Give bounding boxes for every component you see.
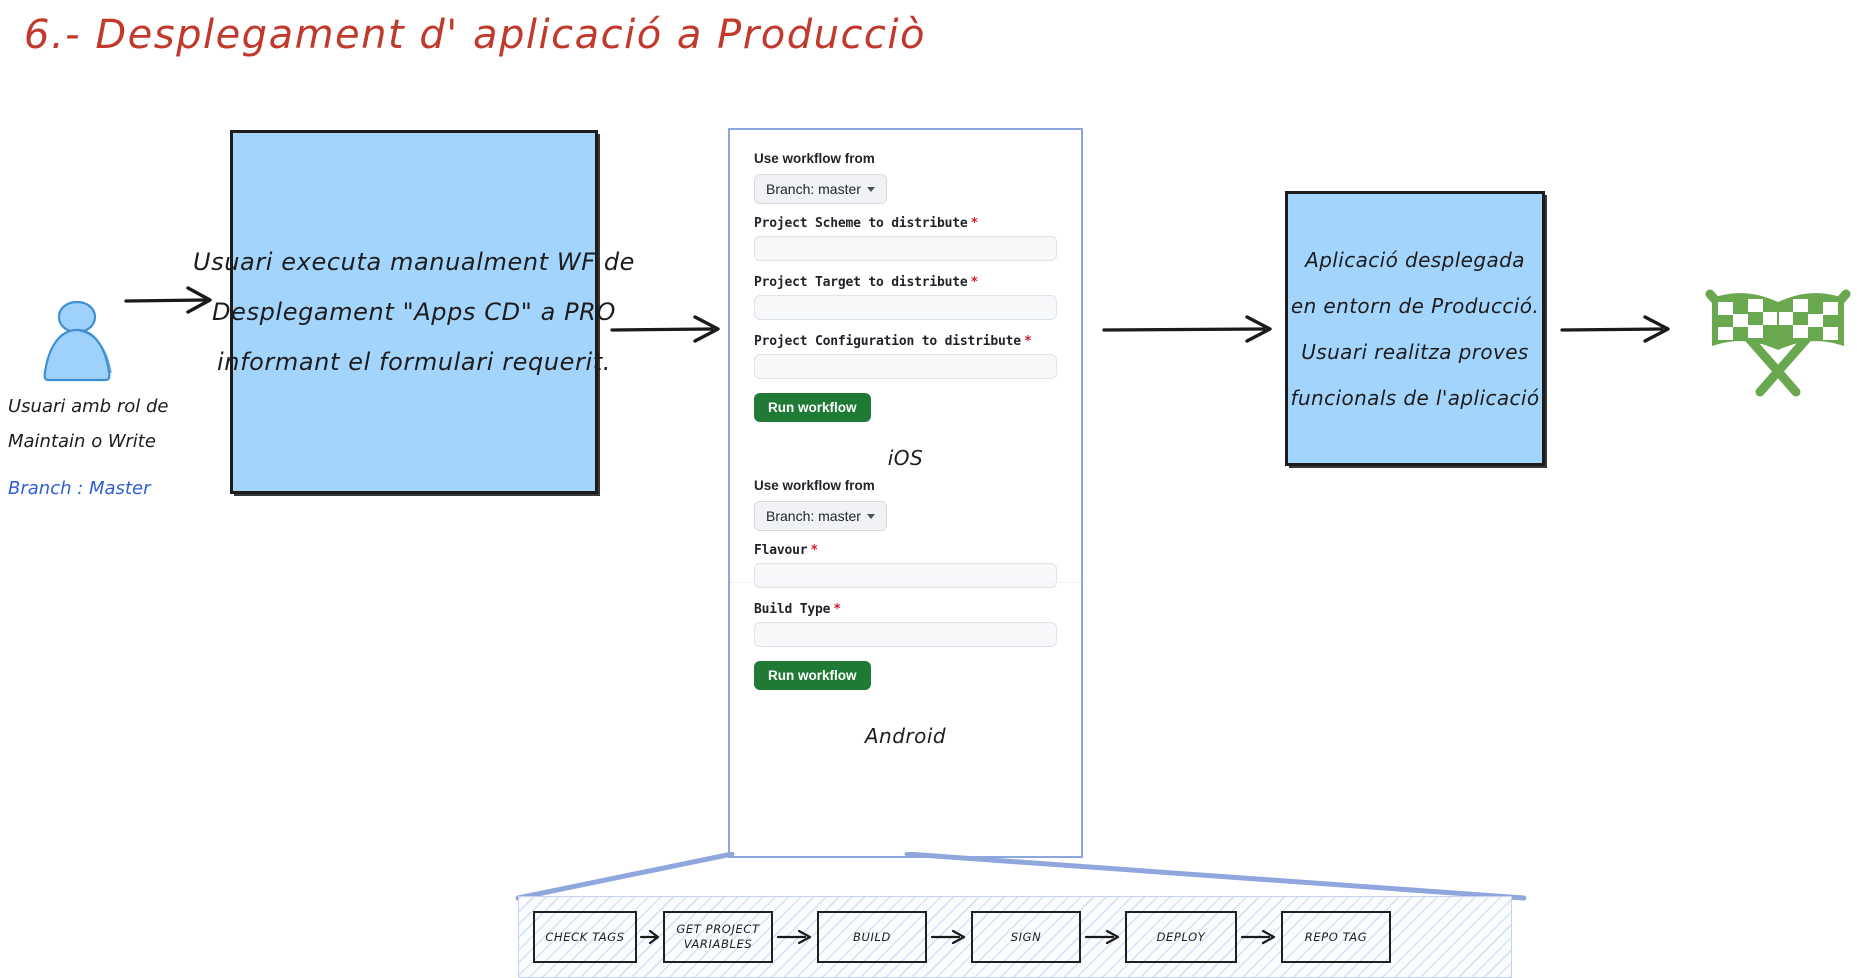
arrow-note-to-panel [610,315,720,343]
workflow-form-ios: Use workflow from Branch: master Project… [730,130,1081,470]
field-label-project-target: Project Target to distribute * [754,275,1057,290]
pipeline-stage-check-tags[interactable]: CHECK TAGS [533,911,637,963]
chevron-down-icon [866,186,875,192]
page-title: 6.- Desplegament d' aplicació a Producci… [24,12,927,58]
actor-branch-note: Branch : Master [8,478,151,499]
chevron-down-icon [866,513,875,519]
use-workflow-from-label-android: Use workflow from [754,478,875,493]
note-right-line-3: Usuari realitza proves [1301,339,1529,364]
note-box-user-action: Usuari executa manualment WF de Desplega… [193,130,634,494]
field-label-flavour: Flavour * [754,543,1057,558]
pipeline-stage-deploy[interactable]: DEPLOY [1125,911,1237,963]
actor-caption-line-1: Usuari amb rol de [8,396,169,417]
input-project-configuration[interactable] [754,354,1057,379]
note-box-deployment-result: Aplicació desplegada en entorn de Produc… [1285,191,1545,466]
pipeline-stage-label: BUILD [853,929,891,944]
note-left-line-1: Usuari executa manualment WF de [192,248,636,276]
pipeline-stage-label: SIGN [1010,929,1042,944]
field-label-text-flavour: Flavour [754,543,808,558]
arrow-panel-to-result [1102,315,1272,343]
run-workflow-button-android[interactable]: Run workflow [754,661,871,690]
field-label-build-type: Build Type * [754,602,1057,617]
note-left-line-2: Desplegament "Apps CD" a PRO [212,298,616,326]
pipeline-arrow-1 [639,929,660,945]
note-right-line-2: en entorn de Producció. [1290,293,1540,318]
panel-divider [730,582,1081,583]
pipeline-stage-get-project-variables[interactable]: GET PROJECT VARIABLES [663,911,773,963]
use-workflow-from-label-ios: Use workflow from [754,151,875,166]
required-marker: * [810,543,819,558]
branch-selector-value-ios: Branch: master [766,181,861,197]
input-build-type[interactable] [754,622,1057,647]
checkered-flags-icon [1705,289,1851,397]
required-marker: * [1023,334,1032,349]
note-right-line-1: Aplicació desplegada [1305,247,1525,272]
pipeline-stage-build[interactable]: BUILD [817,911,927,963]
branch-selector-value-android: Branch: master [766,508,861,524]
pipeline-arrow-5 [1240,929,1276,945]
pipeline-stage-repo-tag[interactable]: REPO TAG [1281,911,1391,963]
field-label-text-project-scheme: Project Scheme to distribute [754,216,968,231]
field-label-project-scheme: Project Scheme to distribute * [754,216,1057,231]
pipeline-stage-label: GET PROJECT VARIABLES [676,922,760,951]
github-workflow-panel: Use workflow from Branch: master Project… [728,128,1083,858]
pipeline-stage-label: DEPLOY [1156,929,1206,944]
required-marker: * [970,216,979,231]
pipeline-stage-label: REPO TAG [1304,929,1368,944]
pipeline-arrow-4 [1084,929,1120,945]
input-project-target[interactable] [754,295,1057,320]
workflow-form-android: Use workflow from Branch: master Flavour… [730,470,1081,748]
branch-selector-ios[interactable]: Branch: master [754,174,887,204]
actor-caption-line-2: Maintain o Write [8,431,156,452]
field-label-project-configuration: Project Configuration to distribute * [754,334,1057,349]
arrow-result-to-goal [1560,315,1670,343]
field-label-text-build-type: Build Type [754,602,831,617]
pipeline-arrow-3 [930,929,966,945]
pipeline-stage-sign[interactable]: SIGN [971,911,1081,963]
branch-selector-android[interactable]: Branch: master [754,501,887,531]
field-label-text-project-configuration: Project Configuration to distribute [754,334,1021,349]
input-flavour[interactable] [754,563,1057,588]
platform-caption-ios: iOS [887,446,924,470]
run-workflow-button-ios[interactable]: Run workflow [754,393,871,422]
field-label-text-project-target: Project Target to distribute [754,275,968,290]
input-project-scheme[interactable] [754,236,1057,261]
required-marker: * [970,275,979,290]
note-right-line-4: funcionals de l'aplicació [1290,385,1540,410]
required-marker: * [833,602,841,617]
pipeline-arrow-2 [776,929,812,945]
pipeline-stage-label: CHECK TAGS [545,929,625,944]
pipeline-diagram: CHECK TAGS GET PROJECT VARIABLES BUILD S… [518,896,1512,978]
platform-caption-android: Android [864,724,947,748]
note-left-line-3: informant el formulari requerit. [216,348,612,376]
